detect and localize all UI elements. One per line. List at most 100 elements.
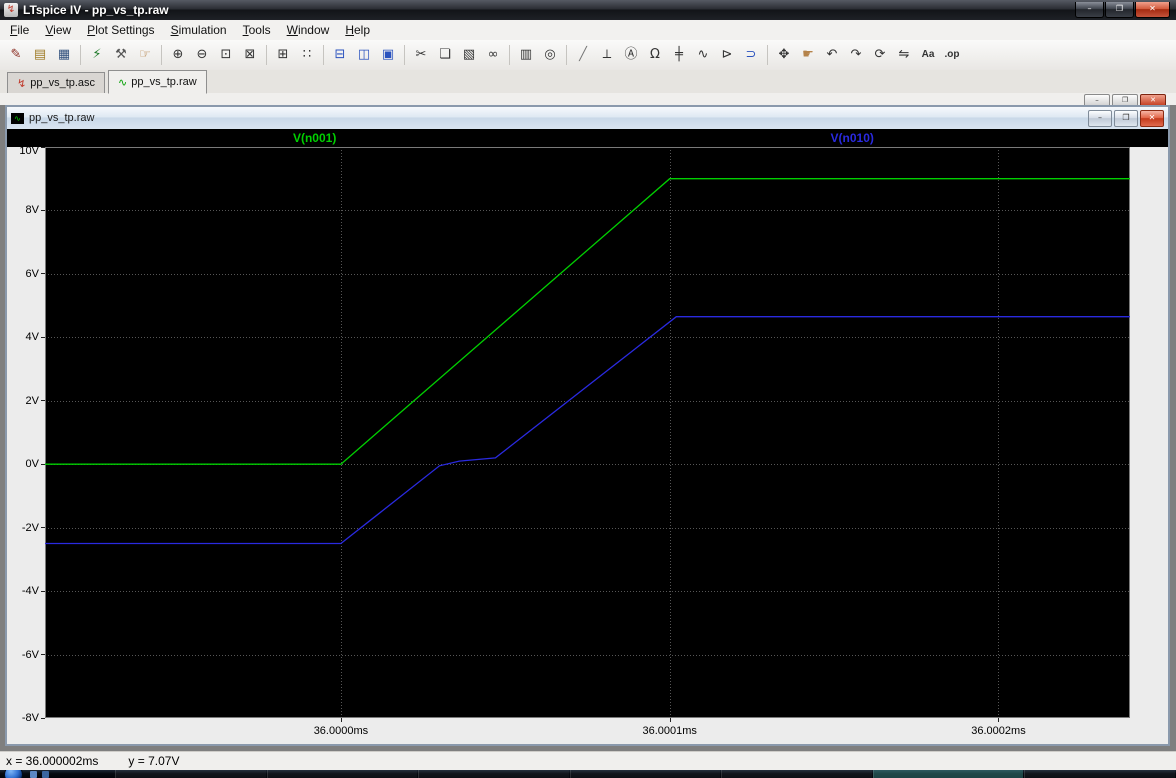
plot-pane: V(n001) V(n010) 10V 8V 6V 4V 2V 0V -2V -4V -6V -8V… xyxy=(7,129,1168,744)
zoom-in-icon[interactable]: ⊕ xyxy=(167,44,189,66)
diode-icon[interactable]: ⊳ xyxy=(716,44,738,66)
menu-plot-settings[interactable]: Plot Settings xyxy=(79,21,162,39)
tab-pp_vs_tp.raw[interactable]: ∿ pp_vs_tp.raw xyxy=(108,70,207,94)
legend-V(n010)[interactable]: V(n010) xyxy=(831,131,874,145)
waveform-icon: ∿ xyxy=(118,75,128,89)
drag-icon[interactable]: ☛ xyxy=(797,44,819,66)
task-button[interactable] xyxy=(721,770,872,778)
right-margin xyxy=(1130,147,1168,718)
print-preview-icon[interactable]: ◎ xyxy=(539,44,561,66)
new-schematic-icon[interactable]: ✎ xyxy=(5,44,27,66)
x-tick-mark xyxy=(669,718,671,722)
task-button[interactable] xyxy=(872,770,1024,778)
redo-icon[interactable]: ↷ xyxy=(845,44,867,66)
menu-file[interactable]: File xyxy=(2,21,37,39)
task-button[interactable] xyxy=(1024,770,1176,778)
spice-directive-icon[interactable]: .op xyxy=(941,44,963,66)
text-icon[interactable]: Aa xyxy=(917,44,939,66)
task-button[interactable] xyxy=(266,770,418,778)
grid-icon[interactable]: ⊞ xyxy=(272,44,294,66)
zoom-full-extents-icon[interactable]: ⊠ xyxy=(239,44,261,66)
tab-label: pp_vs_tp.asc xyxy=(30,77,96,89)
menu-simulation[interactable]: Simulation xyxy=(163,21,235,39)
waveform-minimize-button[interactable]: – xyxy=(1088,109,1112,127)
trace-V(n001)[interactable] xyxy=(45,178,1130,465)
menu-bar: File View Plot Settings Simulation Tools Wind… xyxy=(0,20,1176,41)
y-axis-labels: 10V 8V 6V 4V 2V 0V -2V -4V -6V -8V xyxy=(7,145,45,724)
task-button[interactable] xyxy=(115,770,266,778)
y-tick-label: 2V xyxy=(25,394,39,407)
quick-launch-icon[interactable] xyxy=(30,771,37,778)
resistor-icon[interactable]: Ω xyxy=(644,44,666,66)
tab-label: pp_vs_tp.raw xyxy=(131,76,197,88)
rotate-icon[interactable]: ⟳ xyxy=(869,44,891,66)
window-title: LTspice IV - pp_vs_tp.raw xyxy=(23,3,169,17)
ground-icon[interactable]: ⟂ xyxy=(596,44,618,66)
status-bar: x = 36.000002ms y = 7.07V xyxy=(0,751,1176,770)
ltspice-window: ↯ LTspice IV - pp_vs_tp.raw – ❐ ✕ File Vi… xyxy=(0,0,1176,778)
move-icon[interactable]: ✥ xyxy=(773,44,795,66)
tile-vertically-icon[interactable]: ◫ xyxy=(353,44,375,66)
mark-data-points-icon[interactable]: ∷ xyxy=(296,44,318,66)
cut-icon[interactable]: ✂ xyxy=(410,44,432,66)
toolbar-separator xyxy=(566,45,567,65)
toolbar: ✎ ▤ ▦ ⚡ ⚒ ☞ ⊕ ⊖ ⊡ ⊠ ⊞ ∷ ⊟ ◫ ▣ ✂ ❏ ▧ ∞ ▥ ◎ ╱ ⟂ Ⓐ Ω ╪ ∿ ⊳ ⊃ ✥ ☛ ↶ ↷ ⟳ ⇋ Aa .op xyxy=(0,40,1176,71)
y-tick-label: 0V xyxy=(25,458,39,471)
task-button[interactable] xyxy=(569,770,721,778)
menu-help[interactable]: Help xyxy=(337,21,378,39)
toolbar-separator xyxy=(80,45,81,65)
save-icon[interactable]: ▦ xyxy=(53,44,75,66)
undo-icon[interactable]: ↶ xyxy=(821,44,843,66)
taskbar-buttons xyxy=(115,770,1176,778)
open-icon[interactable]: ▤ xyxy=(29,44,51,66)
menu-view[interactable]: View xyxy=(37,21,79,39)
y-tick-label: -6V xyxy=(21,648,39,661)
close-button[interactable]: ✕ xyxy=(1135,2,1170,18)
y-tick-label: 6V xyxy=(25,267,39,280)
label-net-icon[interactable]: Ⓐ xyxy=(620,44,642,66)
minimize-button[interactable]: – xyxy=(1075,2,1104,18)
print-icon[interactable]: ▥ xyxy=(515,44,537,66)
zoom-out-icon[interactable]: ⊖ xyxy=(191,44,213,66)
menu-tools[interactable]: Tools xyxy=(235,21,279,39)
find-icon[interactable]: ∞ xyxy=(482,44,504,66)
toolbar-separator xyxy=(266,45,267,65)
tile-horizontally-icon[interactable]: ⊟ xyxy=(329,44,351,66)
pan-icon[interactable]: ☞ xyxy=(134,44,156,66)
waveform-close-button[interactable]: ✕ xyxy=(1140,109,1164,127)
y-tick-label: -4V xyxy=(21,585,39,598)
waveform-svg[interactable] xyxy=(45,147,1130,718)
cascade-windows-icon[interactable]: ▣ xyxy=(377,44,399,66)
menu-window[interactable]: Window xyxy=(279,21,338,39)
copy-icon[interactable]: ❏ xyxy=(434,44,456,66)
run-icon[interactable]: ⚡ xyxy=(86,44,108,66)
inductor-icon[interactable]: ∿ xyxy=(692,44,714,66)
control-panel-icon[interactable]: ⚒ xyxy=(110,44,132,66)
tab-pp_vs_tp.asc[interactable]: ↯ pp_vs_tp.asc xyxy=(7,72,106,93)
trace-V(n010)[interactable] xyxy=(45,316,1130,545)
component-icon[interactable]: ⊃ xyxy=(740,44,762,66)
plot-area[interactable] xyxy=(45,147,1130,718)
waveform-window-icon: ∿ xyxy=(11,112,24,124)
legend-V(n001)[interactable]: V(n001) xyxy=(293,131,336,145)
waveform-window-title-bar: ∿ pp_vs_tp.raw – ❐ ✕ xyxy=(7,107,1168,130)
capacitor-icon[interactable]: ╪ xyxy=(668,44,690,66)
wire-icon[interactable]: ╱ xyxy=(572,44,594,66)
cursor-y-readout: y = 7.07V xyxy=(128,754,180,768)
waveform-maximize-button[interactable]: ❐ xyxy=(1114,109,1138,127)
maximize-button[interactable]: ❐ xyxy=(1105,2,1134,18)
toolbar-separator xyxy=(404,45,405,65)
task-button[interactable] xyxy=(418,770,569,778)
cursor-x-readout: x = 36.000002ms xyxy=(6,754,99,768)
x-tick-label: 36.0001ms xyxy=(642,725,697,737)
window-controls: – ❐ ✕ xyxy=(1074,2,1170,18)
quick-launch-icon[interactable] xyxy=(42,771,49,778)
mdi-area: ∿ pp_vs_tp.raw – ❐ ✕ V(n001) V(n010) 10V 8… xyxy=(0,105,1176,752)
toolbar-separator xyxy=(161,45,162,65)
toolbar-separator xyxy=(767,45,768,65)
zoom-area-icon[interactable]: ⊡ xyxy=(215,44,237,66)
mirror-icon[interactable]: ⇋ xyxy=(893,44,915,66)
y-tick-label: 4V xyxy=(25,331,39,344)
paste-icon[interactable]: ▧ xyxy=(458,44,480,66)
start-button[interactable] xyxy=(4,770,23,778)
